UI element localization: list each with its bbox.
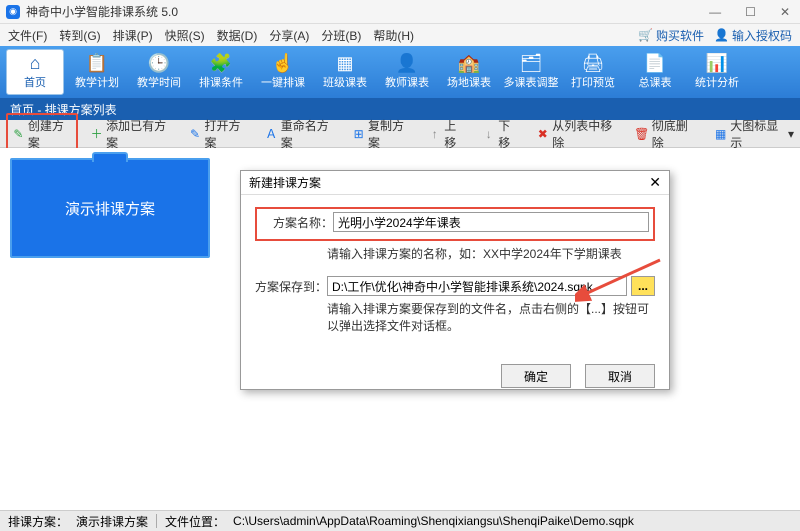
auth-label: 输入授权码 [732,27,792,44]
new-scheme-dialog: 新建排课方案 ✕ 方案名称： 请输入排课方案的名称，如：XX中学2024年下学期… [240,170,670,390]
menu-bar: 文件(F) 转到(G) 排课(P) 快照(S) 数据(D) 分享(A) 分班(B… [0,24,800,46]
menu-list: 文件(F) 转到(G) 排课(P) 快照(S) 数据(D) 分享(A) 分班(B… [8,27,414,44]
printer-icon: 🖨 [582,54,605,72]
menu-help[interactable]: 帮助(H) [373,27,414,44]
toolbar-print[interactable]: 🖨打印预览 [564,49,622,95]
plus-doc-icon: ✎ [12,127,25,141]
toolbar-multi-adjust[interactable]: 🗂多课表调整 [502,49,560,95]
cart-icon: 🛒 [638,28,653,42]
toolbar-teacher-table[interactable]: 👤教师课表 [378,49,436,95]
stack-icon: 🗂 [520,54,543,72]
status-bar: 排课方案： 演示排课方案 文件位置： C:\Users\admin\AppDat… [0,510,800,531]
remove-from-list-button[interactable]: ✖从列表中移除 [532,115,622,153]
menu-file[interactable]: 文件(F) [8,27,47,44]
arrow-up-icon: ↑ [428,127,441,141]
clock-icon: 🕒 [148,54,170,72]
minimize-button[interactable]: — [705,5,725,19]
toolbar-venue-table[interactable]: 🏫场地课表 [440,49,498,95]
status-scheme-value: 演示排课方案 [76,513,148,530]
toolbar-teach-time[interactable]: 🕒教学时间 [130,49,188,95]
view-mode-dropdown[interactable]: ▦ 大图标显示 ▾ [715,117,794,151]
app-icon: ◉ [6,5,20,19]
delete-button[interactable]: 🗑彻底删除 [631,115,699,153]
move-down-button[interactable]: ↓下移 [478,115,524,153]
puzzle-icon: 🧩 [210,54,232,72]
teacher-icon: 👤 [396,54,418,72]
ok-button[interactable]: 确定 [501,364,571,388]
document-icon: 📄 [644,54,666,72]
window-titlebar: ◉ 神奇中小学智能排课系统 5.0 — ☐ ✕ [0,0,800,24]
copy-scheme-button[interactable]: ⊞复制方案 [348,115,416,153]
plus-icon: ＋ [90,127,103,141]
toolbar-home[interactable]: ⌂首页 [6,49,64,95]
rename-scheme-button[interactable]: Ａ重命名方案 [261,115,340,153]
enter-auth-link[interactable]: 👤 输入授权码 [714,27,792,44]
chart-icon: 📊 [706,54,728,72]
remove-icon: ✖ [536,127,549,141]
toolbar-total-table[interactable]: 📄总课表 [626,49,684,95]
cancel-button[interactable]: 取消 [585,364,655,388]
card-title: 演示排课方案 [65,198,155,219]
menu-schedule[interactable]: 排课(P) [113,27,153,44]
name-label: 方案名称： [261,214,333,231]
grid-view-icon: ▦ [715,127,726,141]
name-hint: 请输入排课方案的名称，如：XX中学2024年下学期课表 [327,245,655,262]
building-icon: 🏫 [458,54,480,72]
clipboard-icon: 📋 [86,54,108,72]
home-icon: ⌂ [30,54,41,72]
status-scheme-label: 排课方案： [8,513,68,530]
trash-icon: 🗑 [635,127,649,141]
dialog-title: 新建排课方案 [249,174,649,191]
open-scheme-button[interactable]: ✎打开方案 [185,115,253,153]
dialog-close-button[interactable]: ✕ [649,174,661,191]
menu-snapshot[interactable]: 快照(S) [165,27,205,44]
name-row-highlight: 方案名称： [255,207,655,241]
toolbar-class-table[interactable]: ▦班级课表 [316,49,374,95]
move-up-button[interactable]: ↑上移 [424,115,470,153]
grid-icon: ▦ [336,54,353,72]
toolbar-teach-plan[interactable]: 📋教学计划 [68,49,126,95]
arrow-down-icon: ↓ [482,127,495,141]
menu-class[interactable]: 分班(B) [321,27,361,44]
chevron-down-icon: ▾ [788,127,794,141]
status-path-label: 文件位置： [165,513,225,530]
menu-share[interactable]: 分享(A) [269,27,309,44]
menu-data[interactable]: 数据(D) [217,27,258,44]
copy-icon: ⊞ [352,127,365,141]
sub-toolbar: ✎创建方案 ＋添加已有方案 ✎打开方案 Ａ重命名方案 ⊞复制方案 ↑上移 ↓下移… [0,120,800,148]
add-existing-button[interactable]: ＋添加已有方案 [86,115,176,153]
rename-icon: Ａ [265,127,278,141]
path-label: 方案保存到： [255,278,327,295]
maximize-button[interactable]: ☐ [741,5,760,19]
toolbar-conditions[interactable]: 🧩排课条件 [192,49,250,95]
path-hint: 请输入排课方案要保存到的文件名，点击右侧的【...】按钮可以弹出选择文件对话框。 [327,300,655,334]
menu-goto[interactable]: 转到(G) [59,27,100,44]
toolbar-one-click[interactable]: ☝一键排课 [254,49,312,95]
hand-icon: ☝ [272,54,294,72]
toolbar-stats[interactable]: 📊统计分析 [688,49,746,95]
card-tab [92,152,128,162]
main-toolbar: ⌂首页 📋教学计划 🕒教学时间 🧩排课条件 ☝一键排课 ▦班级课表 👤教师课表 … [0,46,800,98]
window-title: 神奇中小学智能排课系统 5.0 [26,3,705,20]
status-path-value: C:\Users\admin\AppData\Roaming\Shenqixia… [233,514,634,528]
dialog-header: 新建排课方案 ✕ [241,171,669,195]
browse-button[interactable]: ... [631,276,655,296]
user-icon: 👤 [714,28,729,42]
scheme-path-input[interactable] [327,276,627,296]
buy-label: 购买软件 [656,27,704,44]
close-button[interactable]: ✕ [776,5,794,19]
scheme-card[interactable]: 演示排课方案 [10,158,210,258]
open-icon: ✎ [189,127,202,141]
buy-software-link[interactable]: 🛒 购买软件 [638,27,704,44]
scheme-name-input[interactable] [333,212,649,232]
